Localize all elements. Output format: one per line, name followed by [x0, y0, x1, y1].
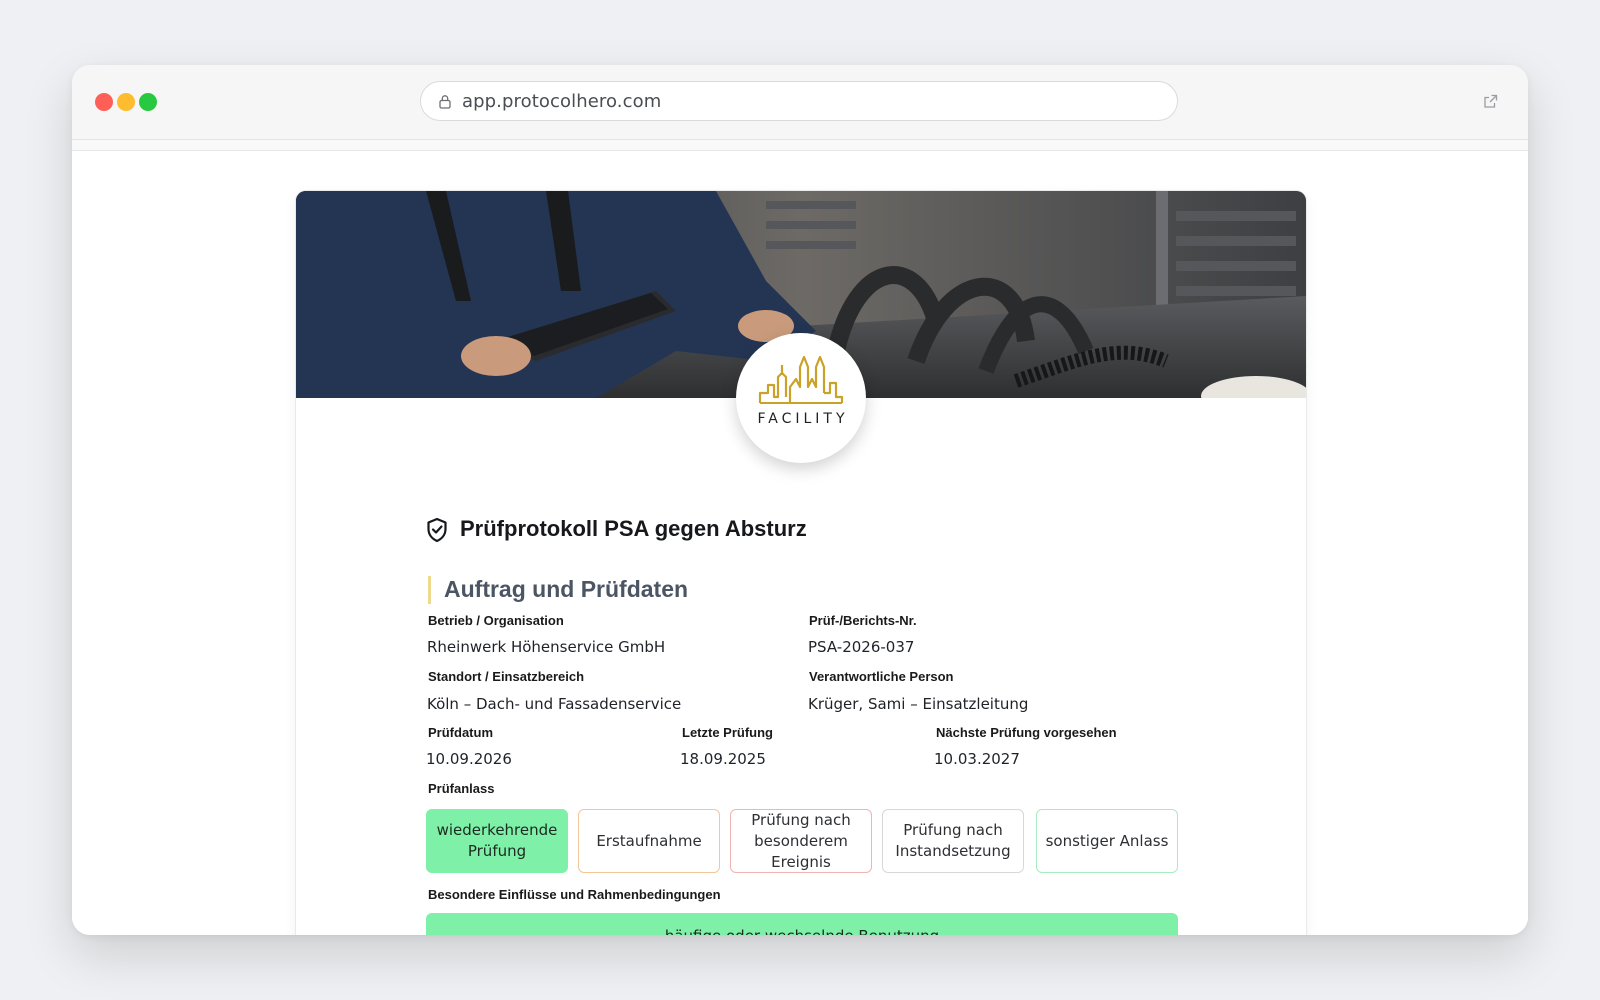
section-accent-bar [428, 576, 431, 604]
inspection-reason-options: wiederkehrende Prüfung Erstaufnahme Prüf… [426, 809, 1178, 875]
open-external-icon[interactable] [1483, 94, 1498, 109]
responsible-label: Verantwortliche Person [809, 669, 954, 684]
influences-label: Besondere Einflüsse und Rahmenbedingunge… [428, 887, 721, 902]
inspection-reason-label: Prüfanlass [428, 781, 495, 796]
next-inspection-label: Nächste Prüfung vorgesehen [936, 725, 1117, 740]
reason-option-after-repair[interactable]: Prüfung nach Instandsetzung [882, 809, 1024, 873]
organisation-label: Betrieb / Organisation [428, 613, 564, 628]
browser-window: app.protocolhero.com FACILITY Prüfprotok… [72, 65, 1528, 935]
location-field[interactable]: Köln – Dach- und Fassadenservice [427, 695, 681, 713]
section-title: Auftrag und Prüfdaten [444, 576, 689, 602]
inspection-date-label: Prüfdatum [428, 725, 493, 740]
last-inspection-label: Letzte Prüfung [682, 725, 773, 740]
company-logo: FACILITY [736, 333, 866, 463]
reason-option-other[interactable]: sonstiger Anlass [1036, 809, 1178, 873]
reason-option-initial[interactable]: Erstaufnahme [578, 809, 720, 873]
shield-check-icon [427, 517, 447, 543]
page-content: FACILITY Prüfprotokoll PSA gegen Absturz… [72, 151, 1528, 935]
url-text: app.protocolhero.com [462, 91, 662, 112]
lock-icon [439, 95, 451, 109]
influence-option-frequent-use[interactable]: häufige oder wechselnde Benutzung [426, 913, 1178, 935]
location-label: Standort / Einsatzbereich [428, 669, 585, 684]
address-bar[interactable]: app.protocolhero.com [420, 81, 1178, 121]
inspection-date-field[interactable]: 10.09.2026 [426, 750, 512, 768]
browser-titlebar: app.protocolhero.com [72, 65, 1528, 140]
protocol-card: FACILITY Prüfprotokoll PSA gegen Absturz… [296, 191, 1306, 935]
close-window-button[interactable] [95, 93, 113, 111]
reason-option-special-event[interactable]: Prüfung nach besonderem Ereignis [730, 809, 872, 873]
next-inspection-field[interactable]: 10.03.2027 [934, 750, 1020, 768]
organisation-field[interactable]: Rheinwerk Höhenservice GmbH [427, 638, 665, 656]
document-title: Prüfprotokoll PSA gegen Absturz [460, 516, 807, 541]
maximize-window-button[interactable] [139, 93, 157, 111]
toolbar-strip [72, 140, 1528, 151]
report-no-label: Prüf-/Berichts-Nr. [809, 613, 917, 628]
document-header: Prüfprotokoll PSA gegen Absturz [426, 516, 926, 546]
skyline-logo-icon [758, 355, 844, 404]
report-no-field[interactable]: PSA-2026-037 [808, 638, 914, 656]
responsible-field[interactable]: Krüger, Sami – Einsatzleitung [808, 695, 1028, 713]
minimize-window-button[interactable] [117, 93, 135, 111]
last-inspection-field[interactable]: 18.09.2025 [680, 750, 766, 768]
reason-option-recurring[interactable]: wiederkehrende Prüfung [426, 809, 568, 873]
logo-text: FACILITY [757, 411, 849, 427]
